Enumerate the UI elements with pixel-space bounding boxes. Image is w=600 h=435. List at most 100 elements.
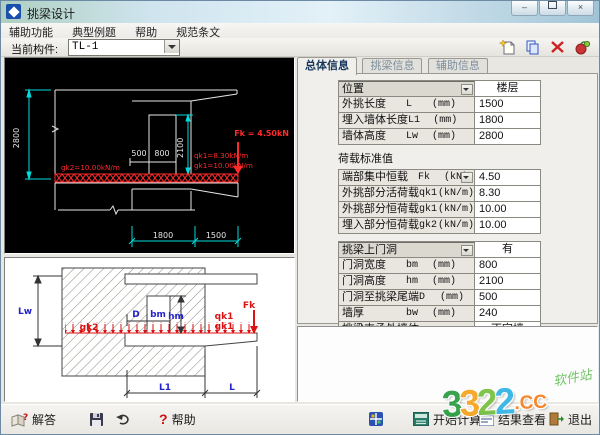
table-row: 墙体高度 Lw (mm) 2800 bbox=[339, 129, 540, 145]
exit-button[interactable]: 退出 bbox=[549, 410, 592, 428]
view-results-button[interactable]: 结果查看 bbox=[479, 410, 546, 428]
location-select[interactable]: 位置 bbox=[339, 81, 475, 96]
lw-label: Lw bbox=[18, 307, 32, 317]
delete-component-button[interactable] bbox=[549, 39, 566, 55]
door-table: 挑梁上门洞 有 门洞宽度 bm (mm) 800 门洞高度 hm (mm) 21… bbox=[338, 241, 541, 338]
door-select[interactable]: 挑梁上门洞 bbox=[339, 242, 475, 257]
toolbar: 当前构件: TL-1 bbox=[1, 38, 599, 57]
save-button[interactable] bbox=[89, 410, 104, 428]
dim-800: 800 bbox=[154, 149, 169, 158]
title-bar: 挑梁设计 – × bbox=[1, 1, 599, 24]
new-component-button[interactable] bbox=[498, 39, 516, 55]
app-window: 挑梁设计 – × 辅助功能 典型例题 帮助 规范条文 当前构件: TL-1 50… bbox=[0, 0, 600, 435]
gk1-load-label: gk1=10.00kN/m bbox=[194, 161, 253, 170]
row-label: 埋入部分恒荷载 bbox=[342, 219, 419, 231]
row-value-input[interactable]: 8.30 bbox=[475, 186, 540, 201]
table-row: 外挑部分恒荷载 gk1 (kN/m) 10.00 bbox=[339, 202, 540, 218]
dim-2800: 2800 bbox=[12, 128, 21, 148]
row-label: 埋入墙体长度 bbox=[342, 114, 408, 126]
row-label: 墙体高度 bbox=[342, 130, 386, 142]
apple-button[interactable] bbox=[574, 39, 591, 55]
row-label: 外挑部分活荷载 bbox=[342, 187, 419, 199]
row-unit: (mm) bbox=[432, 260, 457, 271]
calculator-icon bbox=[413, 412, 429, 426]
location-value[interactable]: 楼层 bbox=[475, 81, 540, 96]
chevron-down-icon bbox=[168, 45, 176, 49]
door-value[interactable]: 有 bbox=[475, 242, 540, 257]
undo-icon bbox=[116, 414, 129, 425]
row-symbol: L bbox=[406, 99, 413, 110]
grid-icon bbox=[369, 412, 383, 426]
minimize-button[interactable]: – bbox=[511, 1, 538, 16]
row-unit: (mm) bbox=[432, 276, 457, 287]
row-label: 端部集中恒载 bbox=[342, 171, 408, 183]
row-symbol: gk2 bbox=[419, 220, 438, 231]
maximize-button[interactable] bbox=[539, 1, 566, 16]
row-value-input[interactable]: 4.50 bbox=[475, 170, 540, 185]
row-value-input[interactable]: 1800 bbox=[475, 113, 540, 128]
row-symbol: bm bbox=[406, 260, 419, 271]
fk-label: Fk bbox=[243, 301, 256, 311]
dim-2100: 2100 bbox=[176, 138, 185, 158]
row-value-input[interactable]: 240 bbox=[475, 306, 540, 321]
start-calc-button[interactable]: 开始计算 bbox=[413, 410, 481, 428]
row-value-input[interactable]: 2100 bbox=[475, 274, 540, 289]
copy-component-button[interactable] bbox=[524, 39, 541, 55]
tools-button[interactable] bbox=[369, 410, 383, 428]
row-value-input[interactable]: 10.00 bbox=[475, 202, 540, 217]
fk-load-label: Fk = 4.50kN bbox=[234, 129, 289, 138]
row-value-input[interactable]: 2800 bbox=[475, 129, 540, 144]
row-symbol: qk1 bbox=[419, 188, 438, 199]
row-value-input[interactable]: 800 bbox=[475, 258, 540, 273]
result-window-icon bbox=[479, 412, 494, 426]
row-value-input[interactable]: 1500 bbox=[475, 97, 540, 112]
row-label: 门洞至挑梁尾端 bbox=[342, 291, 419, 303]
save-icon bbox=[90, 412, 103, 426]
delete-x-icon bbox=[551, 41, 564, 53]
maximize-icon bbox=[548, 1, 557, 9]
row-unit: (mm) bbox=[432, 99, 457, 110]
l1-label: L1 bbox=[159, 383, 171, 393]
chevron-down-icon[interactable] bbox=[461, 245, 473, 256]
window-title: 挑梁设计 bbox=[27, 7, 76, 21]
gk2-load-label: gk2=10.00kN/m bbox=[61, 163, 120, 172]
row-symbol: bw bbox=[406, 308, 419, 319]
row-symbol: hm bbox=[406, 276, 419, 287]
combo-dropdown-button[interactable] bbox=[164, 40, 179, 53]
exit-door-icon bbox=[549, 412, 564, 426]
row-unit: (kN/m) bbox=[437, 204, 474, 215]
component-combobox[interactable]: TL-1 bbox=[68, 39, 180, 56]
undo-button[interactable] bbox=[115, 410, 131, 428]
qk1-load-label: qk1=8.30kN/m bbox=[194, 151, 248, 160]
geometry-table: 位置 楼层 外挑长度 L (mm) 1500 埋入墙体长度 L1 (mm) 18… bbox=[338, 80, 541, 145]
cad-drawing: 500 800 2100 2800 1800 1500 Fk = 4.50kN … bbox=[5, 58, 294, 253]
table-row: 门洞至挑梁尾端 D (mm) 500 bbox=[339, 290, 540, 306]
row-label: 位置 bbox=[342, 83, 364, 95]
row-value-input[interactable]: 10.00 bbox=[475, 218, 540, 233]
gk1-label: gk1 bbox=[215, 322, 234, 332]
tab-bar: 总体信息 挑梁信息 辅助信息 bbox=[297, 56, 489, 75]
table-row: 外挑部分活荷载 qk1 (kN/m) 8.30 bbox=[339, 186, 540, 202]
row-unit: (mm) bbox=[440, 292, 465, 303]
row-unit: (kN/m) bbox=[437, 220, 474, 231]
tab-general-info[interactable]: 总体信息 bbox=[297, 57, 357, 75]
row-unit: (mm) bbox=[433, 115, 458, 126]
cad-drawing-panel: 500 800 2100 2800 1800 1500 Fk = 4.50kN … bbox=[4, 57, 295, 254]
tab-aux-info[interactable]: 辅助信息 bbox=[427, 58, 488, 73]
chevron-down-icon[interactable] bbox=[461, 172, 473, 183]
chevron-down-icon[interactable] bbox=[461, 84, 473, 95]
table-row: 端部集中恒载 Fk (kN) 4.50 bbox=[339, 170, 540, 186]
menu-bar: 辅助功能 典型例题 帮助 规范条文 bbox=[1, 23, 599, 39]
row-label: 挑梁上门洞 bbox=[342, 244, 397, 256]
dim-500: 500 bbox=[131, 149, 146, 158]
load-section-title: 荷载标准值 bbox=[338, 153, 393, 165]
tab-beam-info[interactable]: 挑梁信息 bbox=[362, 58, 423, 73]
gk2-label: gk2 bbox=[80, 323, 99, 333]
row-value-input[interactable]: 500 bbox=[475, 290, 540, 305]
schematic-drawing: Lw D bm hm L1 L gk2 qk1 gk1 Fk bbox=[5, 258, 294, 401]
close-button[interactable]: × bbox=[567, 1, 594, 16]
app-icon bbox=[6, 4, 21, 19]
answer-button[interactable]: ? 解答 bbox=[11, 410, 56, 428]
help-button[interactable]: ? 帮助 bbox=[159, 410, 196, 428]
bm-label: bm bbox=[150, 310, 166, 320]
